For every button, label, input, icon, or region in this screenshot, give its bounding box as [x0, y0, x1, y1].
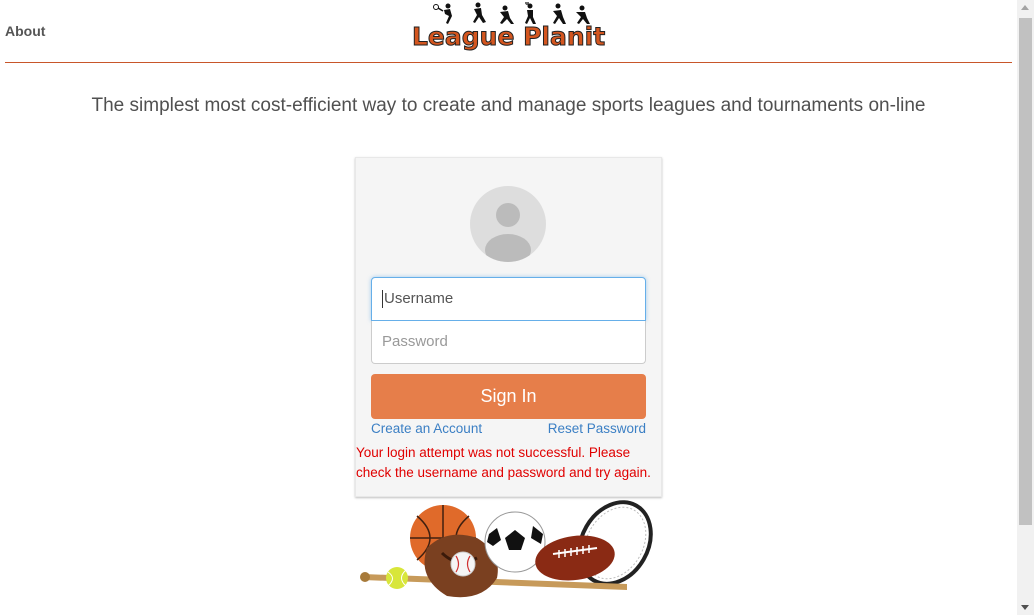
- text-caret: [382, 290, 383, 309]
- scroll-down-icon[interactable]: [1021, 605, 1029, 610]
- user-avatar-icon: [470, 186, 546, 262]
- scroll-up-icon[interactable]: [1021, 5, 1029, 10]
- password-placeholder: Password: [382, 333, 448, 350]
- login-error-message: Your login attempt was not successful. P…: [356, 445, 651, 480]
- username-input[interactable]: Username: [371, 277, 646, 321]
- password-input[interactable]: Password: [371, 321, 646, 364]
- create-account-link[interactable]: Create an Account: [371, 421, 482, 436]
- reset-password-link[interactable]: Reset Password: [548, 421, 646, 436]
- site-logo[interactable]: League Planit: [410, 2, 610, 58]
- username-placeholder: Username: [384, 290, 454, 307]
- site-header: About League Planit: [5, 0, 1012, 63]
- sports-equipment-image: [360, 500, 653, 598]
- sign-in-button[interactable]: Sign In: [371, 374, 646, 419]
- about-link[interactable]: About: [5, 23, 45, 39]
- scroll-thumb[interactable]: [1019, 18, 1032, 525]
- page-scrollbar[interactable]: [1017, 0, 1034, 615]
- login-card: Username Password Sign In Create an Acco…: [355, 157, 662, 497]
- logo-text: League Planit: [411, 22, 606, 52]
- page-tagline: The simplest most cost-efficient way to …: [91, 95, 926, 116]
